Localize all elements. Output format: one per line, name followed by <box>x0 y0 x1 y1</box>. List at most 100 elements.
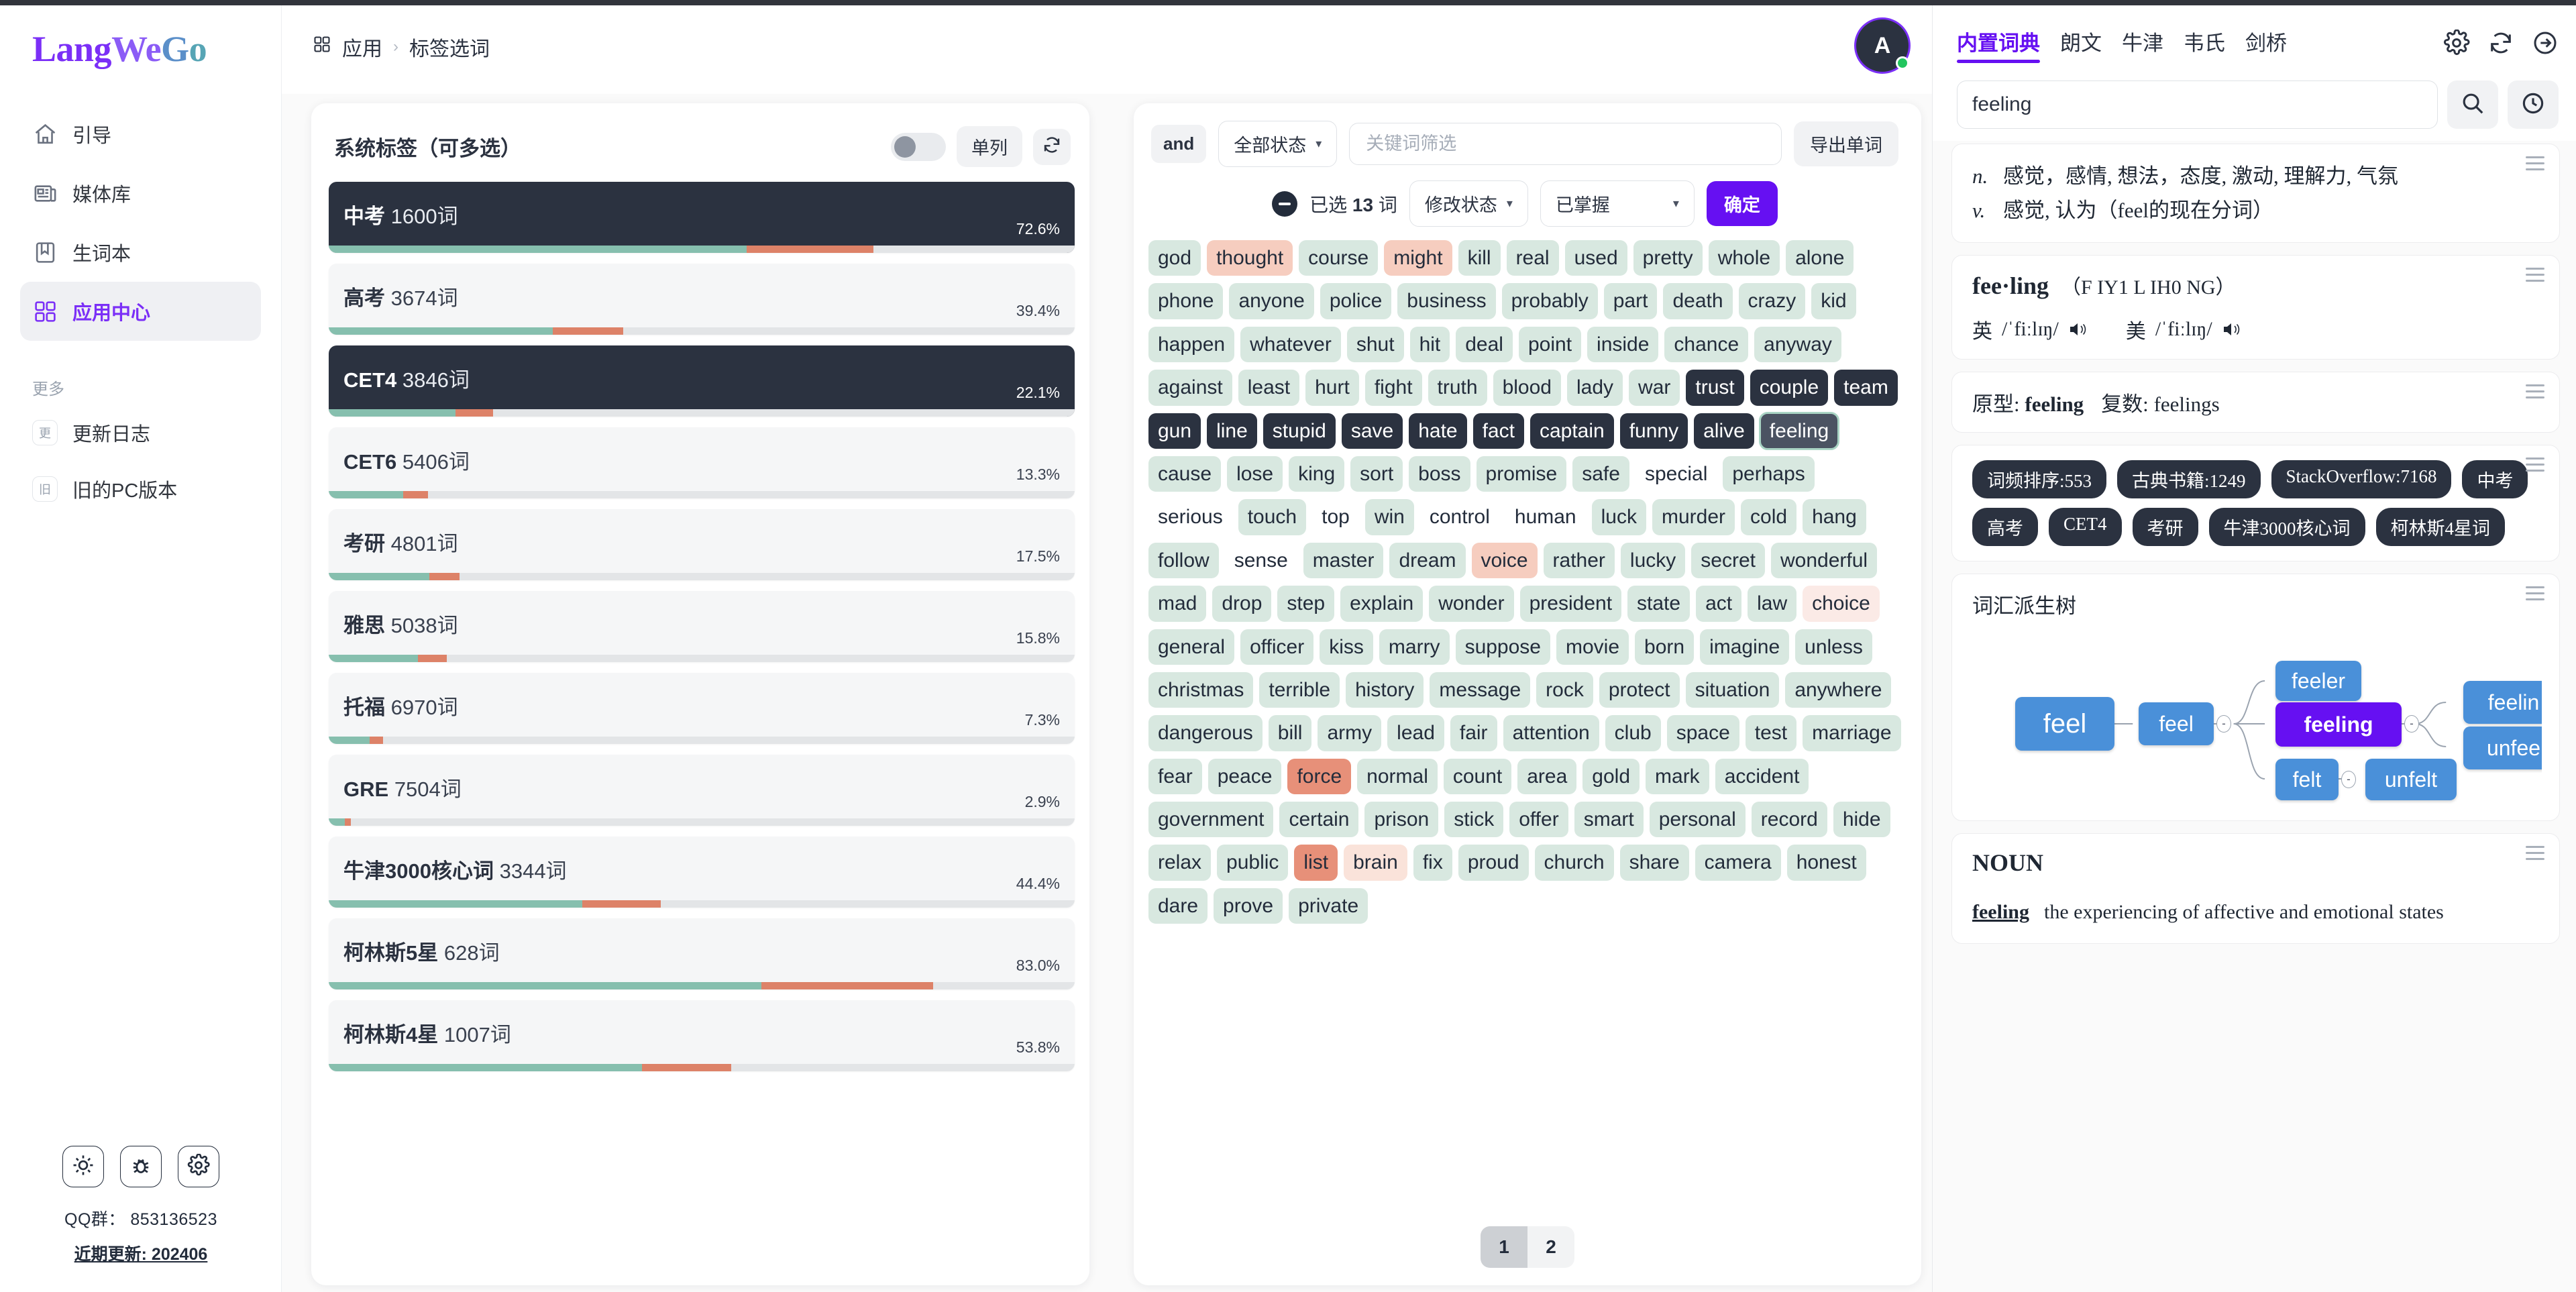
word-chip[interactable]: master <box>1303 542 1384 579</box>
word-chip[interactable]: dangerous <box>1148 715 1263 751</box>
word-chip[interactable]: course <box>1299 240 1379 276</box>
dictionary-badge[interactable]: 词频排序:553 <box>1972 460 2107 499</box>
word-chip[interactable]: share <box>1619 845 1689 881</box>
word-chip[interactable]: lose <box>1227 455 1283 492</box>
word-chip[interactable]: suppose <box>1455 629 1550 665</box>
word-chip[interactable]: hurt <box>1305 370 1359 406</box>
word-chip[interactable]: funny <box>1619 413 1688 449</box>
breadcrumb-root[interactable]: 应用 <box>342 32 382 62</box>
modify-status-select[interactable]: 修改状态 ▾ <box>1409 180 1528 227</box>
word-chip[interactable]: marry <box>1379 629 1450 665</box>
sidebar-item-wordbook[interactable]: 生词本 <box>20 223 261 282</box>
word-chip[interactable]: control <box>1420 499 1499 535</box>
word-chip[interactable]: blood <box>1493 370 1561 406</box>
word-chip[interactable]: dream <box>1389 542 1466 579</box>
tree-node-feelings[interactable]: feelin <box>2463 681 2542 724</box>
dictionary-badge[interactable]: StackOverflow:7168 <box>2271 460 2452 499</box>
word-chip[interactable]: save <box>1341 413 1403 449</box>
drag-handle-icon[interactable] <box>2526 268 2544 286</box>
word-chip[interactable]: situation <box>1685 671 1780 708</box>
word-chip[interactable]: trust <box>1686 370 1744 406</box>
status-filter-select[interactable]: 全部状态 ▾ <box>1218 121 1338 167</box>
gear-icon[interactable] <box>2443 29 2470 60</box>
tag-row[interactable]: 柯林斯4星 1007词 53.8% <box>329 1000 1075 1071</box>
word-chip[interactable]: happen <box>1148 326 1235 363</box>
pos-entry-word[interactable]: feeling <box>1972 901 2029 923</box>
word-chip[interactable]: fair <box>1450 715 1497 751</box>
word-chip[interactable]: follow <box>1148 542 1219 579</box>
dictionary-search-button[interactable] <box>2447 80 2498 129</box>
tag-row[interactable]: 高考 3674词 39.4% <box>329 264 1075 335</box>
dictionary-tab[interactable]: 朗文 <box>2060 26 2102 63</box>
refresh-tags-button[interactable] <box>1033 128 1071 165</box>
tag-row[interactable]: 柯林斯5星 628词 83.0% <box>329 918 1075 989</box>
word-chip[interactable]: hate <box>1409 413 1467 449</box>
word-chip[interactable]: kid <box>1811 283 1856 319</box>
word-chip[interactable]: prove <box>1214 887 1283 924</box>
word-chip[interactable]: stick <box>1444 802 1504 838</box>
dictionary-badge[interactable]: 高考 <box>1972 508 2038 547</box>
word-chip[interactable]: hit <box>1409 326 1450 363</box>
word-chip[interactable]: movie <box>1556 629 1629 665</box>
logic-and-button[interactable]: and <box>1151 125 1207 163</box>
sidebar-item-guide[interactable]: 引导 <box>20 105 261 164</box>
word-chip[interactable]: crazy <box>1738 283 1806 319</box>
word-chip[interactable]: anyone <box>1229 283 1314 319</box>
word-chip[interactable]: step <box>1277 586 1335 622</box>
refresh-icon[interactable] <box>2487 30 2514 60</box>
arrow-right-circle-icon[interactable] <box>2532 30 2559 60</box>
word-chip[interactable]: normal <box>1357 758 1438 795</box>
word-chip[interactable]: camera <box>1695 845 1781 881</box>
pagination-page-button[interactable]: 1 <box>1481 1226 1527 1268</box>
word-chip[interactable]: boss <box>1409 455 1470 492</box>
word-chip[interactable]: gold <box>1582 758 1640 795</box>
tag-row[interactable]: CET4 3846词 22.1% <box>329 345 1075 417</box>
word-chip[interactable]: whole <box>1708 240 1780 276</box>
word-chip[interactable]: president <box>1519 586 1622 622</box>
word-chip[interactable]: might <box>1384 240 1452 276</box>
word-chip[interactable]: state <box>1627 586 1690 622</box>
word-chip[interactable]: top <box>1312 499 1359 535</box>
word-chip[interactable]: unless <box>1795 629 1872 665</box>
tree-node-unfelt[interactable]: unfelt <box>2365 759 2457 801</box>
speaker-icon-us[interactable] <box>2222 321 2242 338</box>
word-chip[interactable]: act <box>1696 586 1742 622</box>
word-chip[interactable]: mad <box>1148 586 1207 622</box>
drag-handle-icon[interactable] <box>2526 846 2544 864</box>
word-chip[interactable]: whatever <box>1240 326 1341 363</box>
word-chip[interactable]: inside <box>1587 326 1659 363</box>
word-chip[interactable]: fix <box>1413 845 1452 881</box>
word-chip[interactable]: feeling <box>1758 411 1840 450</box>
settings-button[interactable] <box>178 1146 219 1187</box>
word-chip[interactable]: bill <box>1268 715 1312 751</box>
word-chip[interactable]: anyway <box>1754 326 1841 363</box>
word-chip[interactable]: lady <box>1566 370 1623 406</box>
word-chip[interactable]: club <box>1605 715 1661 751</box>
word-chip[interactable]: brain <box>1344 845 1407 881</box>
word-chip[interactable]: chance <box>1664 326 1749 363</box>
word-chip[interactable]: perhaps <box>1723 455 1815 492</box>
word-chip[interactable]: win <box>1364 499 1414 535</box>
avatar-wrapper[interactable]: A <box>1854 17 1911 74</box>
app-logo[interactable]: LangWeGo <box>0 7 281 67</box>
multi-select-toggle[interactable] <box>891 132 946 161</box>
word-chip[interactable]: anywhere <box>1785 671 1892 708</box>
word-chip[interactable]: special <box>1635 456 1717 492</box>
dictionary-badge[interactable]: 古典书籍:1249 <box>2117 460 2261 499</box>
word-chip[interactable]: business <box>1397 283 1496 319</box>
speaker-icon-uk[interactable] <box>2068 321 2088 338</box>
word-chip[interactable]: thought <box>1207 240 1293 276</box>
drag-handle-icon[interactable] <box>2526 457 2544 476</box>
word-chip[interactable]: hang <box>1803 499 1866 535</box>
dictionary-badge[interactable]: 柯林斯4星词 <box>2375 508 2505 547</box>
dictionary-badge[interactable]: 考研 <box>2132 508 2198 547</box>
word-chip[interactable]: wonderful <box>1770 542 1878 579</box>
word-chip[interactable]: kill <box>1458 240 1501 276</box>
sidebar-item-legacy-pc[interactable]: 旧 旧的PC版本 <box>20 461 261 517</box>
word-chip[interactable]: alone <box>1786 240 1854 276</box>
word-chip[interactable]: protect <box>1599 671 1680 708</box>
word-chip[interactable]: officer <box>1240 629 1314 665</box>
word-chip[interactable]: christmas <box>1148 671 1254 708</box>
sidebar-item-changelog[interactable]: 更 更新日志 <box>20 405 261 461</box>
word-chip[interactable]: cold <box>1741 499 1797 535</box>
